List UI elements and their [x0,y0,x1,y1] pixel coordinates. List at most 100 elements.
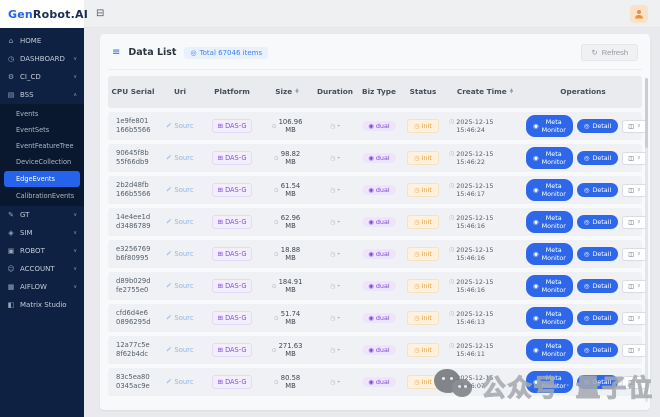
biz-type-cell: ◉ dual [358,121,400,131]
sidebar-item-aiflow[interactable]: ▦ AIFLOW ∨ [0,278,84,296]
sidebar-item-sim[interactable]: ◈ SIM ∨ [0,224,84,242]
table-row: d89b029d fe2755e0 Sourc ⊞ DAS-G ⊙ 184.91 MB ◷ - ◉ d… [108,272,647,300]
table-row: 90645f8b 55f66db9 Sourc ⊞ DAS-G ⊙ 98.82 MB ◷ - ◉ du… [108,144,647,172]
meta-monitor-button[interactable]: ◉ Meta Monitor [526,115,573,137]
cpu-serial-line1: 12a77c5e [116,340,150,349]
app-logo[interactable]: Gen Robot.AI [0,0,88,28]
create-time-cell: ◷ 2025-12-15 15:46:16 [446,246,524,263]
more-actions-dropdown[interactable]: ◫ ∨ [622,215,647,229]
eye-icon: ◎ [583,378,590,386]
sidebar-item-gt[interactable]: ✎ GT ∨ [0,206,84,224]
detail-button[interactable]: ◎ Detail [576,343,619,357]
sidebar-collapse-icon[interactable]: ⊟ [96,8,104,19]
detail-button[interactable]: ◎ Detail [576,311,619,325]
sidebar-subitem-edgeevents[interactable]: EdgeEvents [4,171,80,187]
column-label: Uri [173,87,187,97]
meta-monitor-button[interactable]: ◉ Meta Monitor [526,307,573,329]
detail-label: Detail [592,282,612,290]
sidebar-item-label: CI_CD [20,73,41,81]
cpu-serial-cell: 90645f8b 55f66db9 [108,149,158,167]
sidebar-item-dashboard[interactable]: ◷ DASHBOARD ∨ [0,50,84,68]
uri-link[interactable]: Sourc [166,154,194,162]
duration-cell: ◷ - [312,314,358,322]
more-actions-dropdown[interactable]: ◫ ∨ [622,183,647,197]
vertical-scrollbar[interactable] [645,78,648,402]
meta-monitor-button[interactable]: ◉ Meta Monitor [526,275,573,297]
uri-link[interactable]: Sourc [166,282,194,290]
cpu-serial-line1: e3256769 [116,244,151,253]
clock-icon: ◷ [449,117,455,125]
platform-label: DAS-G [225,122,247,130]
sidebar-item-robot[interactable]: ▣ ROBOT ∨ [0,242,84,260]
pencil-icon [166,250,172,258]
sidebar-subitem-events[interactable]: Events [0,106,84,122]
detail-button[interactable]: ◎ Detail [576,151,619,165]
detail-button[interactable]: ◎ Detail [576,375,619,389]
sidebar-item-matrix-studio[interactable]: ◧ Matrix Studio [0,296,84,314]
user-avatar[interactable] [630,4,648,23]
more-actions-dropdown[interactable]: ◫ ∨ [622,151,647,165]
uri-link[interactable]: Sourc [166,122,194,130]
detail-button[interactable]: ◎ Detail [576,279,619,293]
debug-icon: ◫ [628,347,634,354]
meta-monitor-button[interactable]: ◉ Meta Monitor [526,371,573,393]
uri-cell: Sourc [158,186,202,194]
sidebar-item-account[interactable]: ☺ ACCOUNT ∨ [0,260,84,278]
more-actions-dropdown[interactable]: ◫ ∨ [622,119,647,133]
more-actions-dropdown[interactable]: ◫ ∨ [622,343,647,357]
uri-link[interactable]: Sourc [166,346,194,354]
sort-icon[interactable]: ▲ ▼ [510,88,513,95]
create-time-cell: ◷ 2025-12-15 15:46:07 [446,374,524,391]
more-actions-dropdown[interactable]: ◫ ∨ [622,311,647,325]
detail-button[interactable]: ◎ Detail [576,183,619,197]
more-actions-dropdown[interactable]: ◫ ∨ [622,247,647,261]
size-unit: MB [285,286,296,294]
column-header-biz-type: Biz Type [358,87,400,96]
uri-label: Sourc [174,314,194,322]
sidebar-item-ci-cd[interactable]: ⚙ CI_CD ∨ [0,68,84,86]
sidebar-subitem-eventfeaturetree[interactable]: EventFeatureTree [0,138,84,154]
detail-button[interactable]: ◎ Detail [576,247,619,261]
platform-badge: ⊞ DAS-G [211,311,253,325]
monitor-icon: ◉ [533,314,539,322]
pencil-icon [166,346,172,354]
uri-link[interactable]: Sourc [166,186,194,194]
clock-icon: ◷ [414,378,420,386]
meta-monitor-button[interactable]: ◉ Meta Monitor [526,243,573,265]
sidebar-subitem-eventsets[interactable]: EventSets [0,122,84,138]
uri-link[interactable]: Sourc [166,250,194,258]
operations-cell: ◉ Meta Monitor ◎ Detail ◫ ∨ [524,243,649,265]
uri-link[interactable]: Sourc [166,378,194,386]
sidebar-subitem-devicecollection[interactable]: DeviceCollection [0,154,84,170]
meta-monitor-button[interactable]: ◉ Meta Monitor [526,339,573,361]
detail-button[interactable]: ◎ Detail [576,215,619,229]
uri-cell: Sourc [158,346,202,354]
scrollbar-thumb[interactable] [645,78,648,148]
column-header-create-time[interactable]: Create Time ▲ ▼ [446,87,524,96]
meta-monitor-button[interactable]: ◉ Meta Monitor [526,179,573,201]
uri-link[interactable]: Sourc [166,218,194,226]
detail-button[interactable]: ◎ Detail [576,119,619,133]
operations-cell: ◉ Meta Monitor ◎ Detail ◫ ∨ [524,371,649,393]
column-header-size[interactable]: Size ▲ ▼ [262,87,312,96]
uri-label: Sourc [174,122,194,130]
create-time: ◷ 2025-12-15 15:46:16 [449,214,521,231]
sidebar-subitem-calibrationevents[interactable]: CalibrationEvents [0,188,84,204]
sidebar-item-home[interactable]: ⌂ HOME [0,32,84,50]
meta-monitor-button[interactable]: ◉ Meta Monitor [526,211,573,233]
size-icon: ⊙ [271,282,277,290]
biz-type-label: dual [375,122,390,130]
biz-type-badge: ◉ dual [362,281,396,291]
meta-monitor-button[interactable]: ◉ Meta Monitor [526,147,573,169]
status-cell: ◷ Init [400,343,446,357]
dot-icon: ◉ [368,314,374,322]
refresh-button[interactable]: ↻ Refresh [581,44,638,61]
cpu-serial-cell: 12a77c5e 8f62b4dc [108,341,158,359]
more-actions-dropdown[interactable]: ◫ ∨ [622,279,647,293]
uri-link[interactable]: Sourc [166,314,194,322]
pencil-icon [166,314,172,322]
sidebar-item-bss[interactable]: ▤ BSS ∧ [0,86,84,104]
biz-type-label: dual [375,378,390,386]
sort-icon[interactable]: ▲ ▼ [295,88,298,95]
more-actions-dropdown[interactable]: ◫ ∨ [622,375,647,389]
